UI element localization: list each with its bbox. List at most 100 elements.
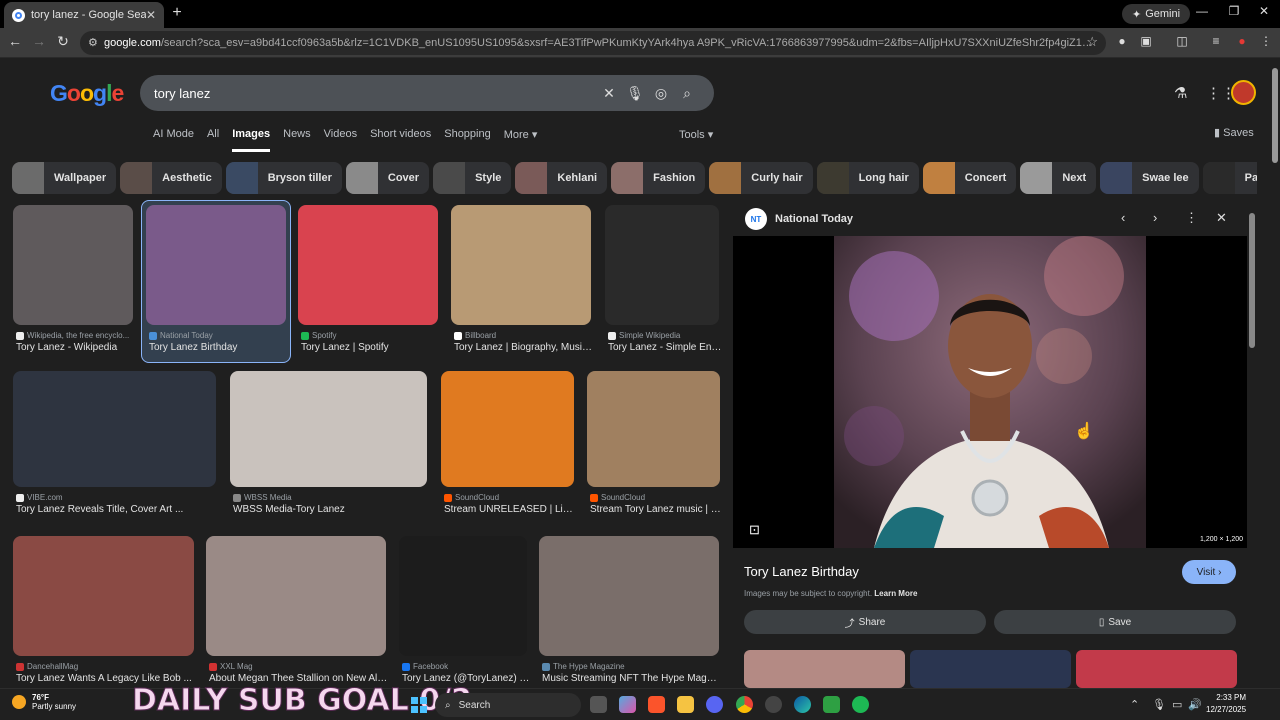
refinement-chip[interactable]: Aesthetic bbox=[120, 162, 222, 194]
save-button[interactable]: ▯ Save bbox=[994, 610, 1236, 634]
close-window-icon[interactable]: ✕ bbox=[1254, 4, 1274, 18]
tab-short-videos[interactable]: Short videos bbox=[370, 128, 431, 152]
menu-kebab-icon[interactable]: ⋮ bbox=[1258, 34, 1274, 50]
brave-icon[interactable] bbox=[648, 696, 665, 713]
minimize-icon[interactable]: — bbox=[1192, 4, 1212, 18]
result-title[interactable]: Tory Lanez - Simple Engl... bbox=[608, 342, 722, 353]
refinement-chip[interactable]: Concert bbox=[922, 162, 1017, 194]
tab-all[interactable]: All bbox=[207, 128, 219, 152]
related-image[interactable] bbox=[744, 650, 905, 688]
labs-flask-icon[interactable]: ⚗ bbox=[1174, 84, 1187, 102]
result-title[interactable]: Tory Lanez Reveals Title, Cover Art ... bbox=[16, 504, 219, 515]
lens-camera-icon[interactable]: ◎ bbox=[648, 85, 674, 102]
result-title[interactable]: Stream UNRELEASED | List... bbox=[444, 504, 577, 515]
search-icon[interactable]: ⌕ bbox=[674, 85, 700, 102]
result-image[interactable] bbox=[441, 371, 574, 487]
saves-button[interactable]: ▮ Saves bbox=[1214, 126, 1254, 139]
refinement-chip[interactable]: Cover bbox=[345, 162, 430, 194]
result-source[interactable]: Wikipedia, the free encyclo... bbox=[16, 331, 136, 340]
next-icon[interactable]: › bbox=[1153, 210, 1157, 225]
result-image[interactable] bbox=[587, 371, 720, 487]
result-image[interactable] bbox=[230, 371, 427, 487]
refinement-chip[interactable]: Long hair bbox=[816, 162, 919, 194]
windows-start-icon[interactable] bbox=[411, 697, 427, 713]
tools-button[interactable]: Tools ▾ bbox=[679, 128, 713, 141]
site-info-icon[interactable]: ⚙ bbox=[88, 36, 98, 49]
result-image[interactable] bbox=[399, 536, 527, 656]
refinement-chip[interactable]: Curly hair bbox=[709, 162, 813, 194]
share-button[interactable]: ⤴ Share bbox=[744, 610, 986, 634]
refinement-chip[interactable]: Partynextdoor bbox=[1202, 162, 1257, 194]
clear-icon[interactable]: ✕ bbox=[596, 85, 622, 102]
result-image[interactable] bbox=[13, 205, 133, 325]
close-panel-icon[interactable]: ✕ bbox=[1216, 210, 1227, 226]
search-input[interactable]: tory lanez bbox=[154, 86, 596, 101]
address-bar[interactable]: ⚙ google.com /search?sca_esv=a9bd41ccf09… bbox=[80, 31, 1106, 55]
result-source[interactable]: SoundCloud bbox=[590, 493, 723, 502]
tab-more[interactable]: More ▾ bbox=[504, 128, 538, 152]
file-explorer-icon[interactable] bbox=[677, 696, 694, 713]
obs-icon[interactable] bbox=[765, 696, 782, 713]
panel-scrollbar[interactable] bbox=[1248, 203, 1256, 688]
page-scroll-thumb[interactable] bbox=[1272, 68, 1278, 163]
account-avatar[interactable] bbox=[1231, 80, 1256, 105]
result-source[interactable]: The Hype Magazine bbox=[542, 662, 722, 671]
refinement-chip[interactable]: Style bbox=[433, 162, 512, 194]
profile-icon[interactable]: ● bbox=[1234, 34, 1250, 50]
result-image[interactable] bbox=[539, 536, 719, 656]
tab-ai-mode[interactable]: AI Mode bbox=[153, 128, 194, 152]
refinement-chip[interactable]: Next bbox=[1020, 162, 1097, 194]
result-image[interactable] bbox=[146, 205, 286, 325]
refinement-chip[interactable]: Fashion bbox=[611, 162, 706, 194]
mic-tray-icon[interactable]: 🎙 bbox=[1152, 698, 1166, 711]
result-source[interactable]: Simple Wikipedia bbox=[608, 331, 722, 340]
result-source[interactable]: VIBE.com bbox=[16, 493, 219, 502]
reload-icon[interactable]: ↻ bbox=[54, 33, 72, 50]
forward-icon[interactable]: → bbox=[30, 33, 48, 49]
tab-images[interactable]: Images bbox=[232, 128, 271, 152]
result-image[interactable] bbox=[298, 205, 438, 325]
refinement-chip[interactable]: Kehlani bbox=[515, 162, 608, 194]
tab-close-icon[interactable]: ✕ bbox=[146, 8, 156, 22]
search-box[interactable]: tory lanez ✕ 🎙 ◎ ⌕ bbox=[140, 75, 714, 111]
result-title[interactable]: WBSS Media-Tory Lanez bbox=[233, 504, 430, 515]
sidepanel-icon[interactable]: ◫ bbox=[1174, 34, 1190, 50]
task-view-icon[interactable] bbox=[590, 696, 607, 713]
result-image[interactable] bbox=[13, 371, 216, 487]
weather-widget[interactable]: 76°F Partly sunny bbox=[12, 693, 76, 711]
volume-icon[interactable]: 🔊 bbox=[1188, 698, 1202, 711]
tab-videos[interactable]: Videos bbox=[324, 128, 357, 152]
spotify-icon[interactable] bbox=[852, 696, 869, 713]
result-source[interactable]: Billboard bbox=[454, 331, 594, 340]
media-icon[interactable]: ≡ bbox=[1208, 34, 1224, 50]
result-source[interactable]: XXL Mag bbox=[209, 662, 389, 671]
result-source[interactable]: SoundCloud bbox=[444, 493, 577, 502]
previous-icon[interactable]: ‹ bbox=[1121, 210, 1125, 225]
result-image[interactable] bbox=[451, 205, 591, 325]
new-tab-button[interactable]: + bbox=[168, 4, 186, 22]
result-source[interactable]: Spotify bbox=[301, 331, 441, 340]
chrome-icon[interactable] bbox=[736, 696, 753, 713]
browser-tab[interactable]: tory lanez - Google Search ✕ bbox=[4, 2, 164, 28]
gemini-button[interactable]: ✦ Gemini bbox=[1122, 4, 1191, 24]
edge-icon[interactable] bbox=[794, 696, 811, 713]
extension-s-icon[interactable]: ● bbox=[1114, 34, 1130, 50]
result-title[interactable]: Tory Lanez Birthday bbox=[149, 342, 289, 353]
clock[interactable]: 2:33 PM 12/27/2025 bbox=[1206, 692, 1246, 716]
tab-shopping[interactable]: Shopping bbox=[444, 128, 491, 152]
copilot-icon[interactable] bbox=[619, 696, 636, 713]
restore-icon[interactable]: ❐ bbox=[1224, 4, 1244, 18]
result-image[interactable] bbox=[206, 536, 386, 656]
result-source[interactable]: WBSS Media bbox=[233, 493, 430, 502]
related-image[interactable] bbox=[910, 650, 1071, 688]
result-image[interactable] bbox=[605, 205, 719, 325]
more-options-icon[interactable]: ⋮ bbox=[1185, 210, 1198, 226]
preview-photo[interactable] bbox=[834, 236, 1146, 548]
related-image[interactable] bbox=[1076, 650, 1237, 688]
result-title[interactable]: Tory Lanez | Spotify bbox=[301, 342, 441, 353]
tray-chevron-icon[interactable]: ⌃ bbox=[1130, 698, 1139, 711]
panel-scroll-thumb[interactable] bbox=[1249, 213, 1255, 348]
refinement-chip[interactable]: Bryson tiller bbox=[225, 162, 342, 194]
google-logo[interactable]: Google bbox=[50, 80, 124, 107]
result-source[interactable]: National Today bbox=[149, 331, 289, 340]
